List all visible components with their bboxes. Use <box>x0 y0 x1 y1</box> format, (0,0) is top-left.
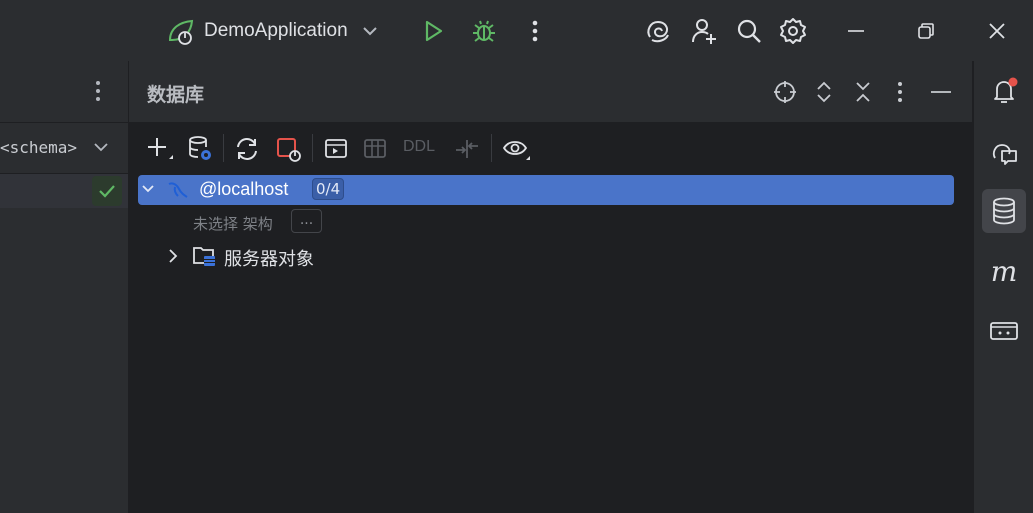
data-source-properties-icon[interactable] <box>187 135 213 163</box>
folder-server-icon <box>192 244 218 268</box>
terminal-button[interactable] <box>982 309 1026 353</box>
compare-icon <box>454 136 480 162</box>
settings-icon[interactable] <box>775 13 811 49</box>
toolbar-separator <box>223 134 224 162</box>
schema-selector-label: <schema> <box>0 138 78 157</box>
expand-all-icon[interactable] <box>815 80 833 104</box>
table-editor-icon <box>362 136 388 162</box>
run-icon[interactable] <box>415 13 451 49</box>
notifications-button[interactable] <box>982 69 1026 113</box>
title-bar: DemoApplication <box>0 0 1033 61</box>
tree-item-localhost[interactable]: @localhost 0/4 <box>138 175 954 205</box>
spring-boot-icon <box>166 16 196 46</box>
chevron-down-icon[interactable] <box>360 21 380 41</box>
view-options-icon[interactable] <box>502 137 532 163</box>
restore-icon[interactable] <box>908 13 944 49</box>
server-objects-label: 服务器对象 <box>224 249 314 270</box>
connection-label: @localhost <box>199 179 289 199</box>
search-icon[interactable] <box>731 13 767 49</box>
schema-selector[interactable]: <schema> <box>0 123 128 174</box>
panel-title: 数据库 <box>147 84 205 106</box>
mysql-icon <box>166 178 190 202</box>
select-schema-button[interactable]: ... <box>291 209 322 233</box>
more-vertical-icon[interactable] <box>894 80 906 104</box>
project-panel-header <box>0 61 128 123</box>
run-configuration-name: DemoApplication <box>204 20 348 41</box>
collapse-all-icon[interactable] <box>854 80 872 104</box>
run-configuration-selector[interactable]: DemoApplication <box>166 14 380 48</box>
close-icon[interactable] <box>979 13 1015 49</box>
more-vertical-icon[interactable] <box>90 79 106 103</box>
database-tool-window: 数据库 DDL @localhost 0/4 未选择 架构 ... 服务器对象 <box>129 61 972 513</box>
database-icon <box>990 196 1018 226</box>
database-button[interactable] <box>982 189 1026 233</box>
schema-hint: 未选择 架构 <box>193 215 273 233</box>
notifications-icon <box>989 76 1019 106</box>
toolbar-separator <box>491 134 492 162</box>
check-icon[interactable] <box>92 176 122 206</box>
database-toolbar: DDL <box>129 123 972 173</box>
toolbar-separator <box>312 134 313 162</box>
chevron-right-icon[interactable] <box>165 248 181 264</box>
minimize-icon[interactable] <box>838 13 874 49</box>
terminal-icon <box>989 319 1019 343</box>
query-console-icon[interactable] <box>323 136 349 162</box>
add-icon[interactable] <box>146 136 174 162</box>
connection-badge: 0/4 <box>312 178 345 200</box>
disconnect-icon[interactable] <box>275 136 303 164</box>
tree-item-server-objects[interactable]: 服务器对象 <box>165 241 365 271</box>
project-panel: <schema> <box>0 61 129 513</box>
ai-chat-icon <box>989 138 1019 168</box>
hide-panel-icon[interactable] <box>930 90 952 94</box>
maven-button[interactable]: m <box>982 249 1026 293</box>
refresh-icon[interactable] <box>234 136 260 162</box>
locate-icon[interactable] <box>773 80 797 104</box>
more-vertical-icon[interactable] <box>517 13 553 49</box>
database-panel-header: 数据库 <box>129 61 972 122</box>
maven-icon: m <box>990 254 1018 288</box>
ai-assistant-icon[interactable] <box>640 13 676 49</box>
ai-chat-button[interactable] <box>982 131 1026 175</box>
ddl-button: DDL <box>403 138 436 155</box>
selected-row[interactable] <box>0 174 128 208</box>
add-user-icon[interactable] <box>686 13 722 49</box>
chevron-down-icon[interactable] <box>92 138 110 156</box>
debug-icon[interactable] <box>466 13 502 49</box>
right-tool-stripe: m <box>973 61 1033 513</box>
chevron-down-icon[interactable] <box>140 181 156 197</box>
